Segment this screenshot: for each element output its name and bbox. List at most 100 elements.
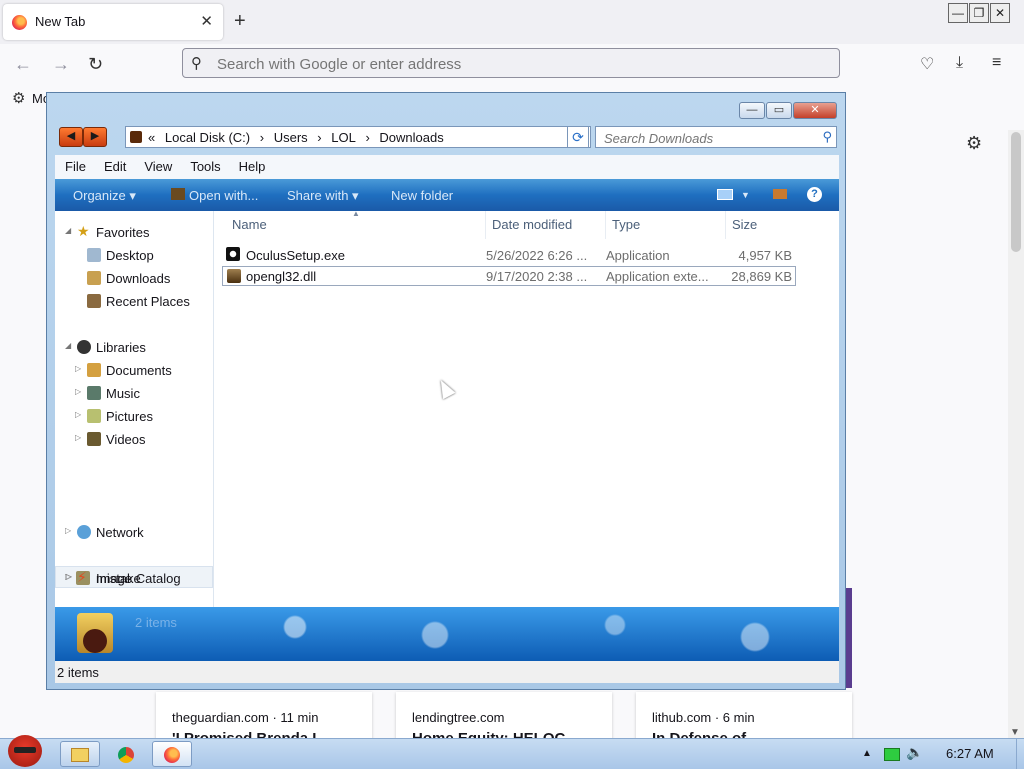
breadcrumb-separator: › — [317, 130, 322, 145]
window-controls: — ❐ ✕ — [948, 3, 1020, 25]
news-card[interactable]: lithub.com · 6 min In Defense of — [636, 692, 852, 747]
column-header-size[interactable]: Size — [726, 211, 806, 239]
start-button[interactable] — [2, 731, 46, 769]
open-with-button[interactable]: Open with... — [189, 188, 258, 203]
breadcrumb-users[interactable]: Users — [274, 130, 308, 145]
forward-arrow-icon[interactable]: → — [52, 54, 70, 75]
nav-network[interactable]: ▷ Network — [55, 521, 213, 543]
navigation-pane: ◢ ★ Favorites Desktop Downloads Recent P… — [55, 211, 214, 607]
expand-arrow-icon[interactable]: ▷ — [65, 572, 71, 581]
menu-help[interactable]: Help — [229, 155, 274, 174]
taskbar-firefox-button[interactable] — [152, 741, 192, 767]
file-size: 28,869 KB — [731, 269, 792, 284]
forward-button[interactable]: ▶ — [83, 127, 107, 147]
nav-desktop[interactable]: Desktop — [55, 244, 213, 266]
details-pane: 2 items — [55, 607, 839, 661]
search-box[interactable]: ⚲ — [595, 126, 837, 148]
preview-pane-icon[interactable] — [773, 189, 787, 199]
breadcrumb-local-disk[interactable]: Local Disk (C:) — [165, 130, 250, 145]
breadcrumb-lol[interactable]: LOL — [331, 130, 356, 145]
refresh-icon[interactable]: ⟳ — [567, 126, 589, 148]
expand-arrow-icon[interactable]: ▷ — [65, 526, 71, 535]
reload-icon[interactable]: ↻ — [88, 54, 103, 75]
view-dropdown-icon[interactable]: ▼ — [741, 190, 750, 200]
explorer-close-button[interactable]: ✕ — [793, 102, 837, 119]
column-header-type[interactable]: Type — [606, 211, 726, 239]
breadcrumb: « Local Disk (C:) › Users › LOL › Downlo… — [148, 130, 450, 145]
menu-icon[interactable]: ≡ — [992, 54, 1001, 72]
expand-arrow-icon[interactable]: ▷ — [75, 410, 81, 419]
nav-favorites[interactable]: ◢ ★ Favorites — [55, 221, 213, 243]
tray-expand-icon[interactable]: ▲ — [862, 748, 872, 759]
pocket-icon[interactable]: ♡ — [920, 54, 934, 74]
menu-edit[interactable]: Edit — [94, 155, 134, 174]
expand-arrow-icon[interactable]: ▷ — [75, 387, 81, 396]
taskbar: ▲ 🔈 6:27 AM — [0, 735, 1024, 769]
gear-icon[interactable]: ⚙ — [12, 89, 25, 107]
new-tab-button[interactable]: + — [234, 9, 246, 33]
tab-close-icon[interactable]: ✕ — [200, 12, 213, 30]
menu-view[interactable]: View — [134, 155, 180, 174]
file-size: 4,957 KB — [738, 248, 793, 263]
expand-arrow-icon[interactable]: ▷ — [75, 364, 81, 373]
file-row-oculus[interactable]: OculusSetup.exe 5/26/2022 6:26 ... Appli… — [222, 245, 796, 265]
page-scrollbar[interactable]: ▼ — [1008, 130, 1024, 740]
taskbar-explorer-button[interactable] — [60, 741, 100, 767]
url-bar[interactable]: ⚲ — [182, 48, 840, 78]
expand-arrow-icon[interactable]: ◢ — [65, 226, 71, 235]
breadcrumb-downloads[interactable]: Downloads — [379, 130, 443, 145]
volume-icon[interactable]: 🔈 — [906, 744, 923, 761]
file-type: Application exte... — [606, 269, 709, 284]
star-icon: ★ — [77, 223, 90, 239]
close-button[interactable]: ✕ — [990, 3, 1010, 23]
show-desktop-button[interactable] — [1016, 739, 1024, 769]
change-view-icon[interactable] — [717, 189, 733, 200]
restore-button[interactable]: ❐ — [969, 3, 989, 23]
nav-downloads[interactable]: Downloads — [55, 267, 213, 289]
nav-label: Image Catalog — [96, 571, 181, 586]
open-with-icon — [171, 188, 185, 200]
help-icon[interactable]: ? — [807, 187, 822, 202]
back-button[interactable]: ◀ — [59, 127, 83, 147]
browser-tab-strip: New Tab ✕ + — ❐ ✕ — [0, 0, 1024, 44]
nav-videos[interactable]: ▷ Videos — [55, 428, 213, 450]
nav-libraries[interactable]: ◢ Libraries — [55, 336, 213, 358]
column-header-name[interactable]: Name — [226, 211, 486, 239]
search-icon[interactable]: ⚲ — [822, 129, 832, 145]
tab-new-tab[interactable]: New Tab ✕ — [3, 4, 223, 40]
organize-button[interactable]: Organize ▾ — [73, 188, 136, 204]
back-arrow-icon[interactable]: ← — [14, 54, 32, 75]
nav-image-catalog[interactable]: ▷ ⚡ Image Catalog — [55, 567, 213, 589]
menu-file[interactable]: File — [55, 155, 94, 174]
file-row-opengl[interactable]: opengl32.dll 9/17/2020 2:38 ... Applicat… — [222, 266, 796, 286]
expand-arrow-icon[interactable]: ▷ — [75, 433, 81, 442]
explorer-minimize-button[interactable]: — — [739, 102, 765, 119]
column-header-date[interactable]: Date modified — [486, 211, 606, 239]
clock[interactable]: 6:27 AM — [946, 746, 994, 761]
breadcrumb-overflow[interactable]: « — [148, 130, 155, 145]
new-folder-button[interactable]: New folder — [391, 188, 453, 203]
minimize-button[interactable]: — — [948, 3, 968, 23]
nav-documents[interactable]: ▷ Documents — [55, 359, 213, 381]
address-bar[interactable]: « Local Disk (C:) › Users › LOL › Downlo… — [125, 126, 591, 148]
nav-recent-places[interactable]: Recent Places — [55, 290, 213, 312]
taskbar-chrome-button[interactable] — [106, 741, 146, 767]
downloads-icon[interactable]: ⤓ — [956, 54, 963, 72]
news-card[interactable]: lendingtree.com Home Equity: HELOC — [396, 692, 612, 747]
nav-music[interactable]: ▷ Music — [55, 382, 213, 404]
scrollbar-thumb[interactable] — [1011, 132, 1021, 252]
nav-pictures[interactable]: ▷ Pictures — [55, 405, 213, 427]
url-input[interactable] — [215, 53, 819, 75]
expand-arrow-icon[interactable]: ◢ — [65, 341, 71, 350]
news-card[interactable]: theguardian.com · 11 min 'I Promised Bre… — [156, 692, 372, 747]
nav-label: Libraries — [96, 340, 146, 355]
menu-tools[interactable]: Tools — [180, 155, 228, 174]
explorer-maximize-button[interactable]: ▭ — [766, 102, 792, 119]
network-status-icon[interactable] — [884, 748, 900, 761]
scroll-down-icon[interactable]: ▼ — [1010, 727, 1020, 738]
videos-icon — [87, 432, 101, 446]
share-with-button[interactable]: Share with ▾ — [287, 188, 359, 204]
search-input[interactable] — [602, 129, 816, 147]
file-name: opengl32.dll — [246, 269, 317, 284]
page-settings-gear-icon[interactable]: ⚙ — [966, 133, 982, 154]
